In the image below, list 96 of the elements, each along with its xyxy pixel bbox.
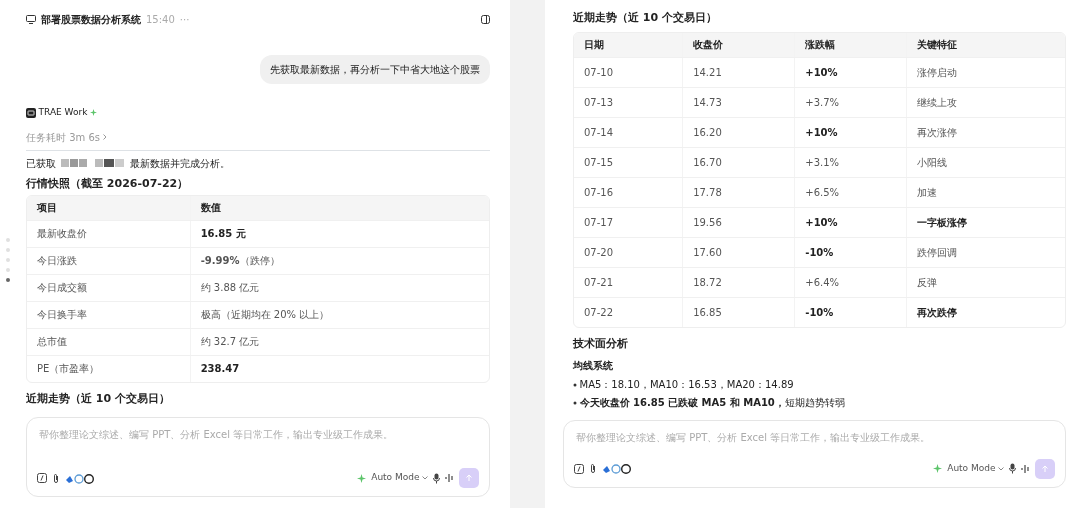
table-cell-text: 今日换手率: [36, 308, 88, 322]
table-cell: +6.5%: [794, 177, 907, 207]
sparkle-icon: [89, 109, 97, 117]
composer-box[interactable]: 帮你整理论文综述、编写 PPT、分析 Excel 等日常工作，输出专业级工作成果。 Auto Mode: [26, 417, 490, 497]
table-cell-text: 07-21: [583, 275, 615, 290]
assistant-logo-icon: [26, 107, 36, 118]
table-cell: 约 3.88 亿元: [189, 274, 489, 301]
table-cell: +10%: [794, 207, 907, 237]
table-cell: 继续上攻: [906, 87, 1065, 117]
table-cell-text: 07-16: [583, 185, 615, 200]
table-cell-text: 07-17: [583, 215, 615, 230]
app-icons-drawing[interactable]: [65, 472, 95, 484]
table-cell-text: 今日成交额: [36, 281, 88, 295]
table-cell-text: 07-15: [583, 155, 615, 170]
table-cell: 加速: [906, 177, 1065, 207]
bullet-text: 今天收盘价 16.85 已跌破 MA5 和 MA10，短期趋势转弱: [579, 396, 845, 410]
waveform-icon[interactable]: [1021, 463, 1030, 474]
paperclip-icon[interactable]: [52, 472, 60, 484]
table-cell-text: 07-14: [583, 125, 615, 140]
summary-text: 已获取: [26, 156, 56, 171]
chevron-right-icon[interactable]: [102, 134, 107, 140]
table-cell: 再次涨停: [906, 117, 1065, 147]
section-heading: 近期走势（近 10 个交易日）: [573, 10, 718, 26]
column-header: 日期: [583, 38, 605, 52]
table-cell: 18.72: [682, 267, 795, 297]
slash-command-icon[interactable]: [37, 473, 47, 483]
bullet-icon: [573, 400, 577, 405]
mode-dropdown[interactable]: Auto Mode: [947, 461, 1004, 476]
table-cell: 涨停启动: [906, 57, 1065, 87]
table-cell: +3.1%: [794, 147, 907, 177]
bullet-icon: [573, 382, 577, 387]
table-cell: +10%: [794, 57, 907, 87]
arrow-up-icon: [1041, 464, 1049, 473]
sparkle-icon: [933, 464, 943, 473]
redacted-drawing: [61, 159, 125, 167]
table-cell-text: 07-13: [583, 95, 615, 110]
arrow-up-icon: [465, 474, 473, 482]
table-cell-text: PE（市盈率）: [36, 362, 101, 376]
table-cell: 14.73: [682, 87, 795, 117]
table-cell: 约 32.7 亿元: [189, 328, 489, 355]
column-header: 涨跌幅: [794, 32, 907, 57]
sparkle-icon: [357, 473, 367, 483]
slash-command-icon[interactable]: [574, 463, 584, 474]
caret-icon: [998, 466, 1004, 471]
microphone-icon[interactable]: [433, 472, 440, 484]
window-title: 部署股票数据分析系统: [41, 13, 141, 27]
table-cell: 极高（近期均在 20% 以上）: [189, 301, 489, 328]
table-cell: 一字板涨停: [906, 207, 1065, 237]
table-cell: 17.60: [682, 237, 795, 267]
table-cell: 小阳线: [906, 147, 1065, 177]
microphone-icon[interactable]: [1009, 463, 1016, 474]
caret-icon: [422, 476, 428, 480]
paperclip-icon[interactable]: [589, 463, 597, 474]
user-message: 先获取最新数据，再分析一下中省大地这个股票: [260, 55, 490, 84]
table-cell-text: 07-10: [583, 65, 615, 80]
table-cell: 238.47: [189, 355, 489, 382]
table-cell: +10%: [794, 117, 907, 147]
mode-dropdown[interactable]: Auto Mode: [371, 471, 428, 485]
table-cell: +3.7%: [794, 87, 907, 117]
table-cell: 14.21: [682, 57, 795, 87]
table-cell: 16.20: [682, 117, 795, 147]
bullet-text: MA5：18.10，MA10：16.53，MA20：14.89: [579, 378, 794, 392]
table-cell: 16.70: [682, 147, 795, 177]
composer-box[interactable]: 帮你整理论文综述、编写 PPT、分析 Excel 等日常工作，输出专业级工作成果。 Auto Mode: [563, 419, 1066, 488]
timestamp: 15:40: [146, 13, 175, 27]
table-cell: -9.99%（跌停）: [189, 247, 489, 274]
table-cell-text: 07-20: [583, 245, 615, 260]
table-cell: 反弹: [906, 267, 1065, 297]
table-cell: 16.85: [682, 297, 795, 327]
column-header: 关键特征: [906, 32, 1065, 57]
column-header: 项目: [36, 201, 58, 215]
app-icons-drawing[interactable]: [602, 463, 632, 474]
summary-text: 最新数据并完成分析。: [130, 156, 230, 171]
section-heading: 行情快照（截至 2026-07-22）: [26, 175, 190, 192]
table-cell-text: 最新收盘价: [36, 227, 88, 241]
section-heading: 技术面分析: [573, 335, 629, 352]
table-cell: 跌停回调: [906, 237, 1065, 267]
table-cell: -10%: [794, 297, 907, 327]
table-cell: -10%: [794, 237, 907, 267]
table-cell: 16.85 元: [189, 220, 489, 247]
table-cell: +6.4%: [794, 267, 907, 297]
table-cell-text: 总市值: [36, 335, 68, 349]
table-cell-text: 07-22: [583, 305, 615, 320]
column-header: 数值: [189, 195, 489, 220]
section-heading: 近期走势（近 10 个交易日）: [26, 390, 171, 407]
assistant-name: TRAE Work: [38, 106, 88, 119]
sidebar-toggle-icon[interactable]: [481, 15, 490, 24]
page-dot[interactable]: [6, 278, 10, 282]
table-cell: 19.56: [682, 207, 795, 237]
table-cell: 17.78: [682, 177, 795, 207]
table-cell-text: 今日涨跌: [36, 254, 78, 268]
column-header: 收盘价: [682, 32, 795, 57]
monitor-icon: [26, 15, 36, 24]
table-cell: 再次跌停: [906, 297, 1065, 327]
waveform-icon[interactable]: [445, 473, 454, 483]
sub-heading: 均线系统: [573, 359, 614, 373]
